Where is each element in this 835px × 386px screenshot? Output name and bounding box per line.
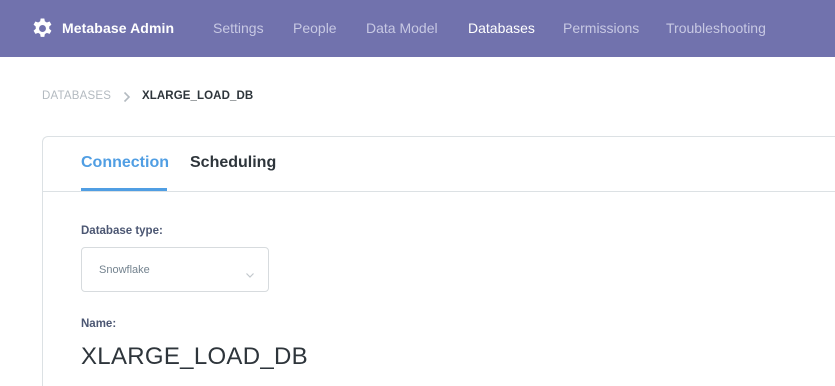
tab-connection[interactable]: Connection xyxy=(81,154,169,172)
nav-item-data-model[interactable]: Data Model xyxy=(366,20,438,36)
brand-label: Metabase Admin xyxy=(62,20,175,36)
nav-item-troubleshooting[interactable]: Troubleshooting xyxy=(666,20,766,36)
gear-icon xyxy=(33,18,52,37)
tab-bar: Connection Scheduling xyxy=(43,137,835,192)
breadcrumb-databases-link[interactable]: DATABASES xyxy=(42,90,111,102)
name-value[interactable]: XLARGE_LOAD_DB xyxy=(81,343,308,371)
nav-item-permissions[interactable]: Permissions xyxy=(563,20,639,36)
admin-top-nav: Metabase Admin Settings People Data Mode… xyxy=(0,0,835,57)
tab-scheduling[interactable]: Scheduling xyxy=(190,154,276,172)
database-edit-card: Connection Scheduling Database type: Sno… xyxy=(42,136,835,386)
database-type-value: Snowflake xyxy=(99,264,150,276)
chevron-right-icon xyxy=(123,91,131,103)
brand[interactable]: Metabase Admin xyxy=(31,17,174,40)
name-label: Name: xyxy=(81,318,117,330)
nav-item-databases[interactable]: Databases xyxy=(468,20,535,36)
breadcrumb-current: XLARGE_LOAD_DB xyxy=(142,90,254,102)
database-type-label: Database type: xyxy=(81,225,163,237)
nav-item-settings[interactable]: Settings xyxy=(213,20,264,36)
nav-item-people[interactable]: People xyxy=(293,20,337,36)
chevron-down-icon xyxy=(246,273,254,278)
active-tab-indicator xyxy=(81,188,167,191)
database-type-select[interactable]: Snowflake xyxy=(81,247,269,292)
